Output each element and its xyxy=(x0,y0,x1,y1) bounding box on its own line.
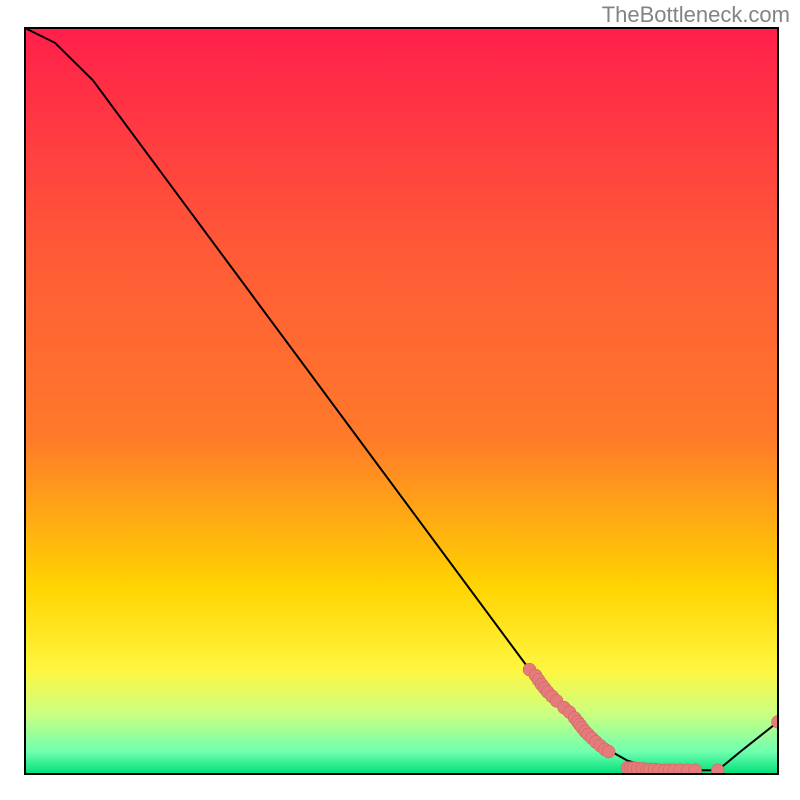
chart-svg xyxy=(0,0,800,800)
watermark-text: TheBottleneck.com xyxy=(602,2,790,28)
chart-wrapper: TheBottleneck.com xyxy=(0,0,800,800)
data-point xyxy=(602,745,615,758)
